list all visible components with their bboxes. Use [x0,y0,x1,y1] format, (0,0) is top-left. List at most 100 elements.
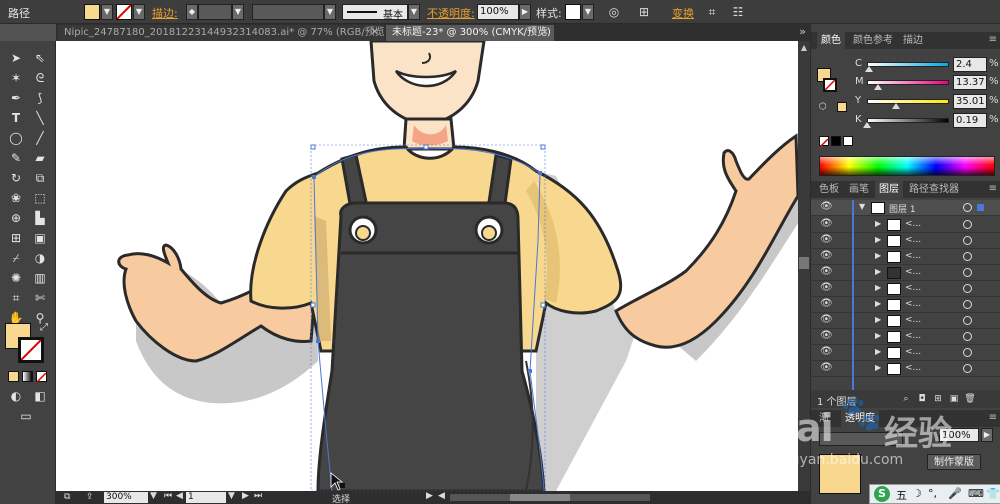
keyboard-icon[interactable]: ⌨ [968,487,984,500]
black-swatch[interactable] [831,136,841,146]
sublayer-name[interactable]: <... [905,251,921,261]
channel-knob[interactable] [873,84,882,90]
expand-triangle-icon[interactable]: ▶ [875,235,881,244]
rotate-tool-icon[interactable]: ↻ [6,169,26,187]
sublayer-name[interactable]: <... [905,267,921,277]
bounding-handle[interactable] [540,144,546,150]
line-tool-icon[interactable]: ╲ [30,109,50,127]
layer-target-icon[interactable] [963,332,972,341]
hscroll-left-icon[interactable]: ◀ [438,491,445,501]
expand-triangle-icon[interactable]: ▼ [859,202,865,211]
panel-menu-icon[interactable]: ≡ [989,34,997,45]
brush-style-dropdown[interactable]: ▼ [408,4,420,20]
zoom-input[interactable]: 300% [104,492,148,503]
color-spectrum[interactable] [819,156,995,176]
tab-pathfinder[interactable]: 路径查找器 [905,181,963,198]
transparency-opacity-input[interactable]: 100% [939,428,979,442]
sublayer-row[interactable]: 👁 ▶ <... [811,297,1000,313]
pen-tool-icon[interactable]: ✒ [6,89,26,107]
layer-name[interactable]: 图层 1 [889,202,916,215]
sublayer-name[interactable]: <... [905,235,921,245]
bounding-handle[interactable] [310,302,316,308]
expand-triangle-icon[interactable]: ▶ [875,315,881,324]
locate-object-icon[interactable]: ⌕ [899,393,913,405]
first-artboard-icon[interactable]: ⏮ [164,491,172,501]
moon-icon[interactable]: ☽ [912,487,922,500]
expand-triangle-icon[interactable]: ▶ [875,299,881,308]
layer-target-icon[interactable] [963,220,972,229]
visibility-eye-icon[interactable]: 👁 [820,250,833,261]
fill-dropdown-arrow[interactable]: ▼ [101,4,113,20]
close-icon[interactable]: ✕ [541,25,549,41]
scale-tool-icon[interactable]: ⧉ [30,169,50,187]
skin-icon[interactable]: 👕 [986,487,1000,500]
export-icon[interactable]: ⇪ [86,492,94,502]
ellipse-tool-icon[interactable]: ◯ [6,129,26,147]
status-menu-icon[interactable]: ▶ [426,491,433,501]
selection-indicator[interactable] [977,204,984,211]
perspective-grid-tool-icon[interactable]: ▙ [30,209,50,227]
channel-value-input[interactable]: 0.19 [953,113,987,128]
tab-layers[interactable]: 图层 [875,181,903,198]
opacity-dropdown[interactable]: ▶ [519,4,531,20]
eraser-tool-icon[interactable]: ▰ [30,149,50,167]
anchor-point[interactable] [316,339,320,343]
layer-target-icon[interactable] [963,348,972,357]
clipping-mask-icon[interactable]: ◘ [915,393,929,405]
expand-triangle-icon[interactable]: ▶ [875,219,881,228]
sublayer-row[interactable]: 👁 ▶ <... [811,217,1000,233]
mesh-tool-icon[interactable]: ⊞ [6,229,26,247]
artboard-nav-icon[interactable]: ⧉ [64,492,70,502]
channel-value-input[interactable]: 35.01 [953,94,987,109]
layer-target-icon[interactable] [963,364,972,373]
white-swatch[interactable] [843,136,853,146]
visibility-eye-icon[interactable]: 👁 [820,298,833,309]
make-mask-button[interactable]: 制作蒙版 [927,454,981,470]
none-swatch[interactable] [819,136,829,148]
artboard-dropdown-icon[interactable]: ▼ [228,491,235,501]
tab-swatches[interactable]: 色板 [815,181,843,198]
column-graph-tool-icon[interactable]: ▥ [30,269,50,287]
stroke-color-box[interactable] [18,337,44,363]
tab-untitled-23[interactable]: 未标题-23* @ 300% (CMYK/预览) ✕ [386,25,554,41]
visibility-eye-icon[interactable]: 👁 [820,330,833,341]
sublayer-name[interactable]: <... [905,219,921,229]
visibility-eye-icon[interactable]: 👁 [820,362,833,373]
isolate-icon[interactable]: ⌗ [704,4,720,20]
visibility-eye-icon[interactable]: 👁 [820,346,833,357]
sublayer-row[interactable]: 👁 ▶ <... [811,329,1000,345]
sublayer-row[interactable]: 👁 ▶ <... [811,281,1000,297]
prev-artboard-icon[interactable]: ◀ [176,491,183,501]
visibility-eye-icon[interactable]: 👁 [820,266,833,277]
last-artboard-icon[interactable]: ⏭ [254,491,262,501]
gradient-mode-button[interactable] [22,371,33,382]
panel-menu-icon[interactable]: ≡ [989,183,997,194]
draw-inside-icon[interactable]: ◧ [30,387,50,405]
channel-knob[interactable] [891,103,900,109]
expand-triangle-icon[interactable]: ▶ [875,283,881,292]
layer-target-icon[interactable] [963,236,972,245]
channel-value-input[interactable]: 13.37 [953,75,987,90]
channel-value-input[interactable]: 2.4 [953,57,987,72]
opacity-slider-arrow[interactable]: ▶ [981,428,993,442]
sublayer-name[interactable]: <... [905,331,921,341]
shape-builder-tool-icon[interactable]: ⊕ [6,209,26,227]
character-illustration[interactable] [56,41,798,491]
blend-tool-icon[interactable]: ◑ [30,249,50,267]
sogou-ime-icon[interactable]: S [874,486,890,502]
layer-target-icon[interactable] [963,284,972,293]
sublayer-name[interactable]: <... [905,363,921,373]
expand-triangle-icon[interactable]: ▶ [875,267,881,276]
tab-nipic-document[interactable]: Nipic_24787180_20181223144932314083.ai* … [58,25,384,41]
stroke-label[interactable]: 描边: [152,5,178,21]
visibility-eye-icon[interactable]: 👁 [820,201,833,212]
channel-knob[interactable] [863,122,872,128]
expand-triangle-icon[interactable]: ▶ [875,347,881,356]
sublayer-row[interactable]: 👁 ▶ <... [811,265,1000,281]
layer-target-icon[interactable] [963,300,972,309]
align-icon[interactable]: ⊞ [636,4,652,20]
sublayer-name[interactable]: <... [905,347,921,357]
stroke-weight-input[interactable] [198,4,232,20]
lasso-tool-icon[interactable]: ᘓ [30,69,50,87]
free-transform-tool-icon[interactable]: ⬚ [30,189,50,207]
